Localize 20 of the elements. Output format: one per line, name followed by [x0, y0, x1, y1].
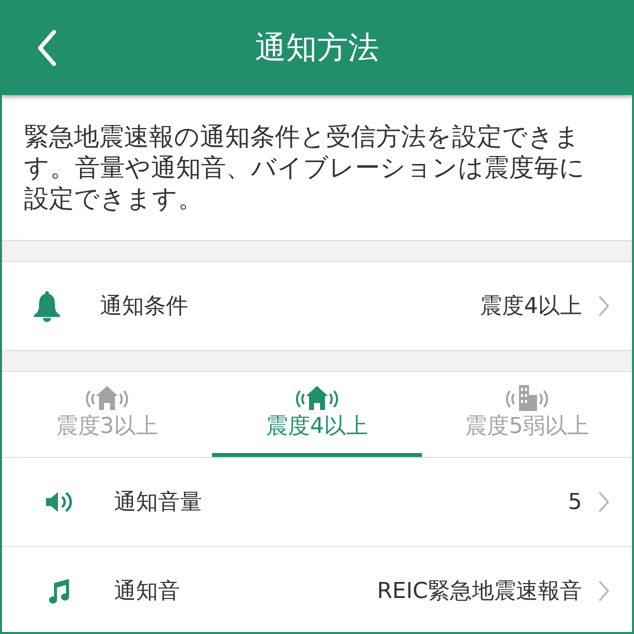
setting-label: 通知音量: [114, 488, 202, 516]
chevron-right-icon: [598, 295, 610, 317]
condition-label: 通知条件: [100, 292, 188, 320]
shaking-house-icon: [83, 383, 131, 413]
setting-value: REIC緊急地震速報音: [376, 578, 582, 606]
window-title: 通知方法: [255, 29, 379, 68]
shaking-house-icon: [293, 383, 341, 413]
chevron-right-icon: [598, 491, 610, 513]
setting-value: 5: [568, 488, 582, 516]
condition-value: 震度4以上: [480, 292, 582, 320]
chevron-right-icon: [598, 580, 610, 602]
speaker-icon: [44, 489, 74, 515]
intensity-tab[interactable]: 震度4以上: [212, 372, 422, 457]
setting-row[interactable]: 通知音量 5: [2, 458, 632, 547]
condition-row[interactable]: 通知条件 震度4以上: [2, 262, 632, 350]
bell-icon: [32, 290, 62, 322]
setting-row[interactable]: 通知音 REIC緊急地震速報音: [2, 547, 632, 632]
description-text: 緊急地震速報の通知条件と受信方法を設定できます。音量や通知音、バイブレーションは震度毎に設定できます。: [23, 121, 586, 215]
setting-label: 通知音: [114, 578, 180, 606]
shaking-building-icon: [503, 383, 551, 413]
